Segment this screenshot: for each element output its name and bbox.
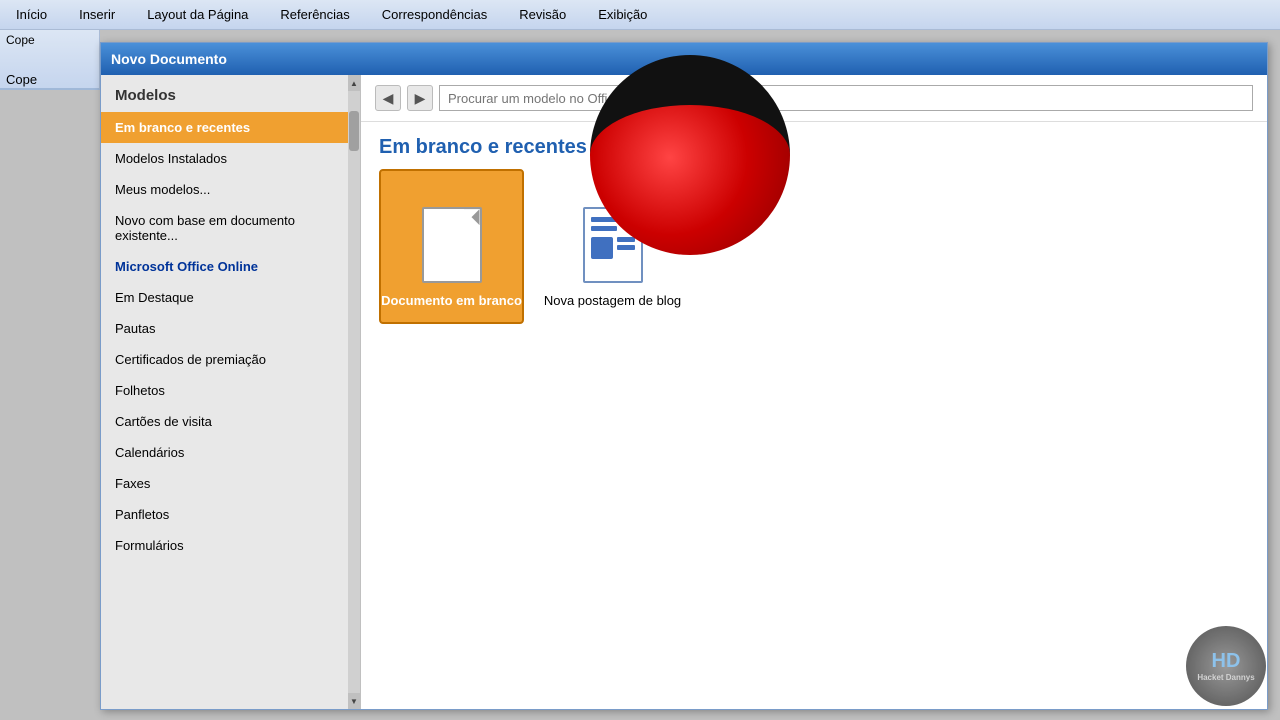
menu-exibicao[interactable]: Exibição (582, 3, 663, 26)
search-bar: ◀ ▶ (361, 75, 1267, 122)
menu-bar: Início Inserir Layout da Página Referênc… (0, 0, 1280, 30)
template-blank-document[interactable]: Documento em branco (379, 169, 524, 324)
search-input[interactable] (439, 85, 1253, 111)
hd-text: HD (1212, 651, 1241, 671)
menu-revisao[interactable]: Revisão (503, 3, 582, 26)
sidebar-item-modelos-instalados[interactable]: Modelos Instalados (101, 143, 360, 174)
dialog-title: Novo Documento (111, 51, 227, 67)
scroll-up-arrow[interactable]: ▲ (348, 75, 360, 91)
menu-layout[interactable]: Layout da Página (131, 3, 264, 26)
blog-line-4 (617, 245, 635, 250)
sidebar: Modelos Em branco e recentes Modelos Ins… (101, 75, 361, 709)
template-blog-post[interactable]: Nova postagem de blog (540, 169, 685, 324)
section-title: Em branco e recentes (361, 122, 1267, 169)
scroll-thumb[interactable] (349, 111, 359, 151)
scroll-down-arrow[interactable]: ▼ (348, 693, 360, 709)
dialog-titlebar: Novo Documento (101, 43, 1267, 75)
blank-doc-icon (422, 207, 482, 283)
menu-inserir[interactable]: Inserir (63, 3, 131, 26)
sidebar-item-certificados[interactable]: Certificados de premiação (101, 344, 360, 375)
sidebar-item-em-destaque[interactable]: Em Destaque (101, 282, 360, 313)
novo-documento-dialog: Novo Documento Modelos Em branco e recen… (100, 42, 1268, 710)
menu-correspondencias[interactable]: Correspondências (366, 3, 504, 26)
sidebar-item-calendarios[interactable]: Calendários (101, 437, 360, 468)
sidebar-item-cartoes[interactable]: Cartões de visita (101, 406, 360, 437)
sidebar-item-panfletos[interactable]: Panfletos (101, 499, 360, 530)
blog-doc-icon (583, 207, 643, 283)
blog-image-placeholder (591, 237, 613, 259)
sidebar-item-meus-modelos[interactable]: Meus modelos... (101, 174, 360, 205)
cope-label: Cope (6, 72, 37, 87)
templates-grid: Documento em branco (361, 169, 1267, 324)
menu-referencias[interactable]: Referências (264, 3, 365, 26)
sidebar-item-microsoft-online[interactable]: Microsoft Office Online (101, 251, 360, 282)
main-content: ◀ ▶ Em branco e recentes Documento em br… (361, 75, 1267, 709)
sidebar-item-pautas[interactable]: Pautas (101, 313, 360, 344)
sidebar-header: Modelos (101, 75, 360, 112)
blog-line-1 (591, 217, 626, 222)
template-blog-label: Nova postagem de blog (544, 293, 681, 310)
blog-line-2 (591, 226, 617, 231)
menu-inicio[interactable]: Início (0, 3, 63, 26)
blog-line-3 (617, 237, 635, 242)
sidebar-item-em-branco[interactable]: Em branco e recentes (101, 112, 360, 143)
sidebar-item-novo-base[interactable]: Novo com base em documento existente... (101, 205, 360, 251)
hd-watermark: HD Hacket Dannys (1186, 626, 1266, 706)
dialog-content: Modelos Em branco e recentes Modelos Ins… (101, 75, 1267, 709)
sidebar-item-folhetos[interactable]: Folhetos (101, 375, 360, 406)
sidebar-item-faxes[interactable]: Faxes (101, 468, 360, 499)
ribbon-cope: Cope (0, 30, 99, 50)
sidebar-scrollbar[interactable]: ▲ ▼ (348, 75, 360, 709)
template-blank-label: Documento em branco (381, 293, 522, 310)
hd-sub: Hacket Dannys (1197, 673, 1254, 682)
sidebar-item-formularios[interactable]: Formulários (101, 530, 360, 561)
back-button[interactable]: ◀ (375, 85, 401, 111)
forward-button[interactable]: ▶ (407, 85, 433, 111)
